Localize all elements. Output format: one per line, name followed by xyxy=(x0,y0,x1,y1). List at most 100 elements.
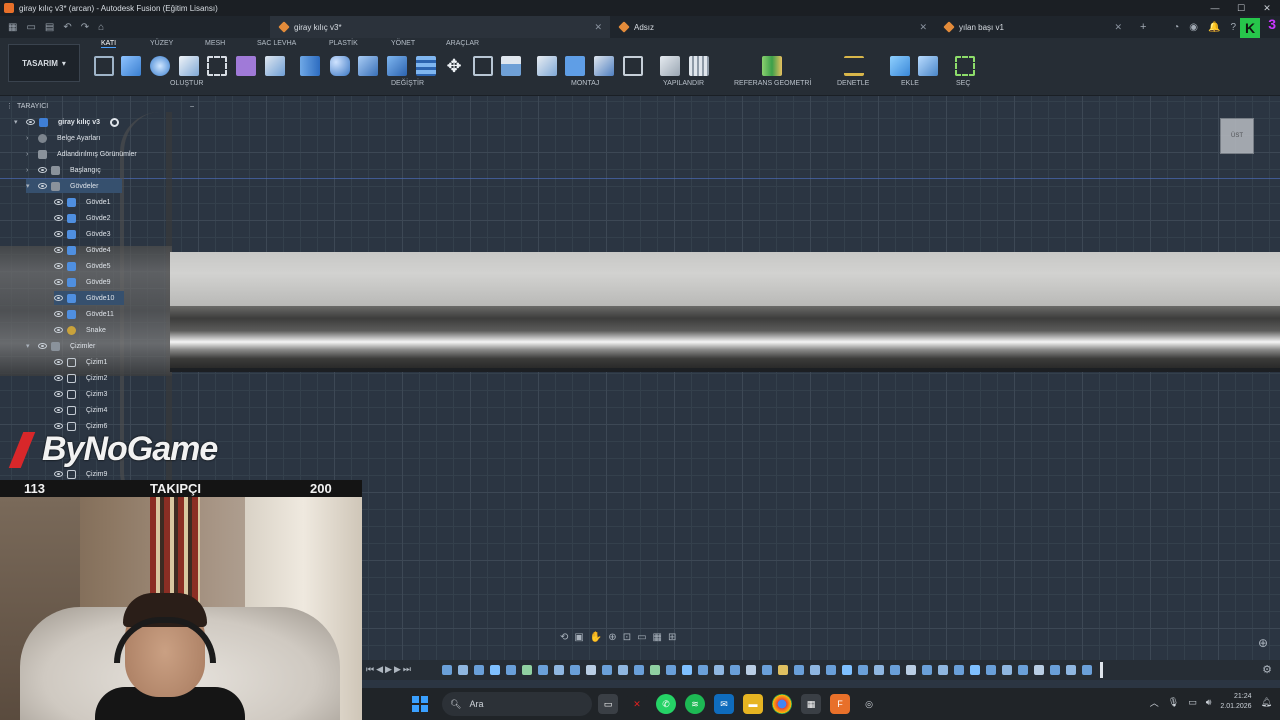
configure-icon[interactable] xyxy=(660,56,680,76)
orbit-icon[interactable]: ⟲ xyxy=(560,632,568,643)
fillet-icon[interactable] xyxy=(330,56,350,76)
shell-icon[interactable] xyxy=(358,56,378,76)
timeline-feature-icon[interactable] xyxy=(634,665,644,675)
chevron-right-icon[interactable]: › xyxy=(26,135,34,142)
joint-icon[interactable] xyxy=(565,56,585,76)
tab-plastik[interactable]: PLASTİK xyxy=(329,40,358,47)
tree-item[interactable]: Çizim4 xyxy=(54,403,107,417)
timeline-feature-icon[interactable] xyxy=(970,665,980,675)
timeline-feature-icon[interactable] xyxy=(1066,665,1076,675)
grid-menu-icon[interactable]: ▦ xyxy=(8,22,17,33)
timeline-feature-icon[interactable] xyxy=(730,665,740,675)
timeline-feature-icon[interactable] xyxy=(858,665,868,675)
tree-item[interactable]: Gövde5 xyxy=(54,259,111,273)
physical-material-icon[interactable] xyxy=(501,56,521,76)
timeline-feature-icon[interactable] xyxy=(874,665,884,675)
tab-araclar[interactable]: ARAÇLAR xyxy=(446,40,479,47)
tab-giray-kilic[interactable]: giray kılıç v3* ✕ xyxy=(270,16,610,38)
maximize-button[interactable]: ☐ xyxy=(1228,0,1254,16)
as-built-joint-icon[interactable] xyxy=(594,56,614,76)
minimize-panel-icon[interactable]: – xyxy=(190,103,194,110)
app-red-icon[interactable]: ✕ xyxy=(627,694,647,714)
revolve-icon[interactable] xyxy=(150,56,170,76)
clock[interactable]: 21:24 2.01.2026 xyxy=(1220,692,1251,712)
windows-start-icon[interactable] xyxy=(412,696,428,712)
close-tab-icon[interactable]: ✕ xyxy=(919,22,927,33)
group-degistir[interactable]: DEĞİŞTİR xyxy=(391,80,424,87)
visibility-eye-icon[interactable] xyxy=(54,471,63,477)
file-menu-icon[interactable]: ▭ xyxy=(26,22,35,33)
split-icon[interactable] xyxy=(416,56,436,76)
press-pull-icon[interactable] xyxy=(300,56,320,76)
tree-item[interactable]: ▾ Çizimler xyxy=(26,339,95,353)
timeline-feature-icon[interactable] xyxy=(522,665,532,675)
tree-item[interactable]: › Belge Ayarları xyxy=(26,131,100,145)
redo-icon[interactable]: ↷ xyxy=(81,22,89,33)
spotify-icon[interactable]: ≋ xyxy=(685,694,705,714)
fit-icon[interactable]: ⊡ xyxy=(623,632,631,643)
close-tab-icon[interactable]: ✕ xyxy=(594,22,602,33)
step-forward-icon[interactable]: ▶ xyxy=(394,664,401,675)
extensions-icon[interactable]: ◉ xyxy=(1189,22,1198,33)
timeline-feature-icon[interactable] xyxy=(938,665,948,675)
timeline-feature-icon[interactable] xyxy=(1050,665,1060,675)
timeline-feature-icon[interactable] xyxy=(1002,665,1012,675)
job-status-icon[interactable]: ◔ xyxy=(1173,22,1179,33)
loft-icon[interactable] xyxy=(265,56,285,76)
look-at-icon[interactable]: ▣ xyxy=(574,632,583,643)
align-icon[interactable] xyxy=(473,56,493,76)
visibility-eye-icon[interactable] xyxy=(54,375,63,381)
timeline-feature-icon[interactable] xyxy=(794,665,804,675)
workspace-selector[interactable]: TASARIM ▾ xyxy=(8,44,80,82)
tab-yonet[interactable]: YÖNET xyxy=(391,40,415,47)
save-icon[interactable]: ▤ xyxy=(45,22,54,33)
tree-item[interactable]: Çizim3 xyxy=(54,387,107,401)
tree-item[interactable]: Gövde11 xyxy=(54,307,114,321)
chrome-icon[interactable] xyxy=(772,694,792,714)
close-tab-icon[interactable]: ✕ xyxy=(1114,22,1122,33)
minimize-button[interactable]: — xyxy=(1202,0,1228,16)
tab-mesh[interactable]: MESH xyxy=(205,40,225,47)
help-icon[interactable]: ? xyxy=(1230,22,1236,33)
tab-sac-levha[interactable]: SAC LEVHA xyxy=(257,40,296,47)
tab-yilan-basi[interactable]: yılan başı v1 ✕ xyxy=(935,16,1130,38)
timeline-feature-icon[interactable] xyxy=(442,665,452,675)
zoom-icon[interactable]: ⊕ xyxy=(608,632,616,643)
tray-expand-icon[interactable]: ︿ xyxy=(1150,696,1159,709)
app-grid-icon[interactable]: ▦ xyxy=(801,694,821,714)
undo-icon[interactable]: ↶ xyxy=(63,22,71,33)
visibility-eye-icon[interactable] xyxy=(54,263,63,269)
timeline-settings-gear-icon[interactable]: ⚙ xyxy=(1262,663,1272,676)
tree-item[interactable]: Gövde2 xyxy=(54,211,111,225)
group-yapilandir[interactable]: YAPILANDIR xyxy=(663,80,704,87)
visibility-eye-icon[interactable] xyxy=(54,391,63,397)
visibility-eye-icon[interactable] xyxy=(38,343,47,349)
group-ekle[interactable]: EKLE xyxy=(901,80,919,87)
tab-kati[interactable]: KATI xyxy=(101,40,117,48)
viewport-zoom-icon[interactable]: ⊕ xyxy=(1258,636,1268,650)
group-olustur[interactable]: OLUŞTUR xyxy=(170,80,203,87)
timeline-feature-icon[interactable] xyxy=(842,665,852,675)
browser-root[interactable]: ▾ giray kılıç v3 xyxy=(14,115,120,129)
tab-adsiz[interactable]: Adsız ✕ xyxy=(610,16,935,38)
visibility-eye-icon[interactable] xyxy=(54,327,63,333)
chevron-down-icon[interactable]: ▾ xyxy=(14,118,22,126)
move-copy-icon[interactable]: ✥ xyxy=(444,56,464,76)
visibility-eye-icon[interactable] xyxy=(38,183,47,189)
visibility-eye-icon[interactable] xyxy=(54,407,63,413)
timeline-feature-icon[interactable] xyxy=(1082,665,1092,675)
insert-derive-icon[interactable] xyxy=(890,56,910,76)
notifications-icon[interactable]: 🔔 xyxy=(1208,22,1220,33)
fusion-taskbar-icon[interactable]: F xyxy=(830,694,850,714)
notification-bell-icon[interactable]: 🔔︎ xyxy=(1261,697,1272,708)
chevron-down-icon[interactable]: ▾ xyxy=(26,182,34,190)
config-table-icon[interactable] xyxy=(689,56,709,76)
tree-item[interactable]: Gövde1 xyxy=(54,195,111,209)
mail-icon[interactable]: ✉ xyxy=(714,694,734,714)
collapse-icon[interactable]: ⋮ xyxy=(6,102,13,110)
network-icon[interactable]: ▭ xyxy=(1188,697,1197,708)
tree-item[interactable]: › Adlandırılmış Görünümler xyxy=(26,147,137,161)
timeline-feature-icon[interactable] xyxy=(666,665,676,675)
visibility-eye-icon[interactable] xyxy=(38,167,47,173)
timeline-feature-icon[interactable] xyxy=(458,665,468,675)
